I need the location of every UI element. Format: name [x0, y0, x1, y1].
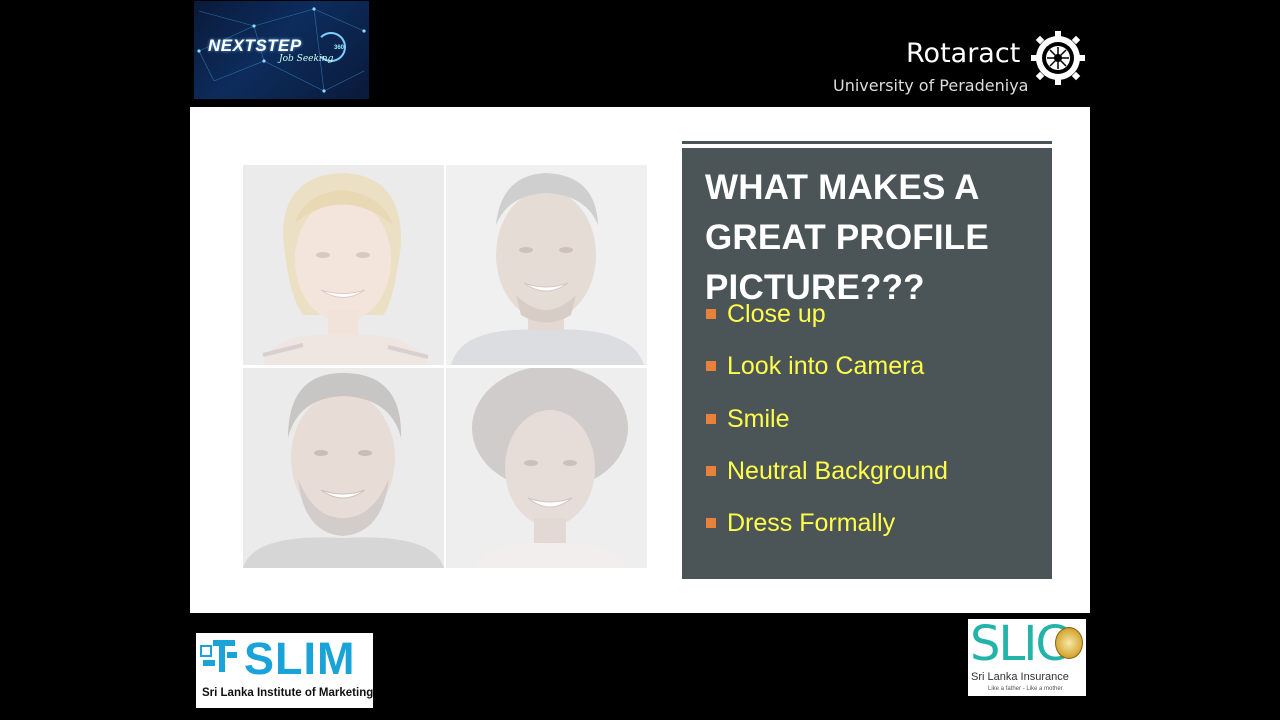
bullet-square-icon: [706, 465, 716, 476]
rotaract-name: Rotaract: [906, 38, 1021, 69]
list-item-text: Dress Formally: [727, 509, 896, 538]
list-item: Look into Camera: [705, 349, 948, 401]
profile-photo-man-short-hair: [446, 165, 647, 365]
list-item-text: Look into Camera: [727, 352, 925, 381]
nextstep-subtitle: Job Seeking: [279, 54, 334, 64]
slim-mark-icon: [200, 640, 237, 672]
slic-emblem-icon: [1055, 627, 1083, 659]
list-item: Close up: [705, 297, 948, 349]
list-item: Neutral Background: [705, 454, 948, 506]
rotary-wheel-icon: [1031, 31, 1085, 85]
panel-divider: [682, 144, 1052, 148]
profile-photo-woman-curly-hair: [446, 368, 647, 568]
slic-name: SLIC: [970, 616, 1069, 672]
bullet-square-icon: [706, 518, 716, 529]
rotaract-logo: Rotaract University of Peradeniya: [830, 28, 1088, 98]
bullet-square-icon: [706, 413, 716, 424]
panel-top-rule: [682, 141, 1052, 144]
list-item-text: Neutral Background: [727, 456, 948, 485]
nextstep-title: NEXTSTEP: [208, 36, 302, 55]
profile-photo-man-beard: [243, 368, 444, 568]
nextstep-logo: NEXTSTEP 360 Job Seeking: [194, 1, 369, 99]
list-item: Dress Formally: [705, 506, 948, 558]
slim-name: SLIM: [244, 633, 356, 684]
nextstep-badge: 360: [334, 45, 345, 51]
slim-logo: SLIM Sri Lanka Institute of Marketing: [196, 633, 373, 708]
tips-list: Close up Look into Camera Smile Neutral …: [705, 297, 948, 558]
slic-logo: SLIC Sri Lanka Insurance Like a father -…: [968, 616, 1086, 696]
slic-tagline: Like a father - Like a mother: [988, 686, 1063, 692]
list-item-text: Smile: [727, 404, 790, 433]
slic-subtitle: Sri Lanka Insurance: [971, 671, 1069, 683]
slim-subtitle: Sri Lanka Institute of Marketing: [202, 687, 374, 699]
rotaract-subtitle: University of Peradeniya: [833, 76, 1029, 95]
profile-photo-woman-blonde: [243, 165, 444, 365]
presentation-slide: WHAT MAKES A GREAT PROFILE PICTURE??? Cl…: [190, 107, 1090, 613]
tips-panel: WHAT MAKES A GREAT PROFILE PICTURE??? Cl…: [682, 141, 1052, 579]
list-item-text: Close up: [727, 300, 826, 328]
profile-photo-grid: [243, 165, 648, 570]
bullet-square-icon: [706, 361, 716, 372]
list-item: Smile: [705, 402, 948, 454]
slide-title: WHAT MAKES A GREAT PROFILE PICTURE???: [705, 168, 989, 307]
bullet-square-icon: [706, 309, 716, 319]
